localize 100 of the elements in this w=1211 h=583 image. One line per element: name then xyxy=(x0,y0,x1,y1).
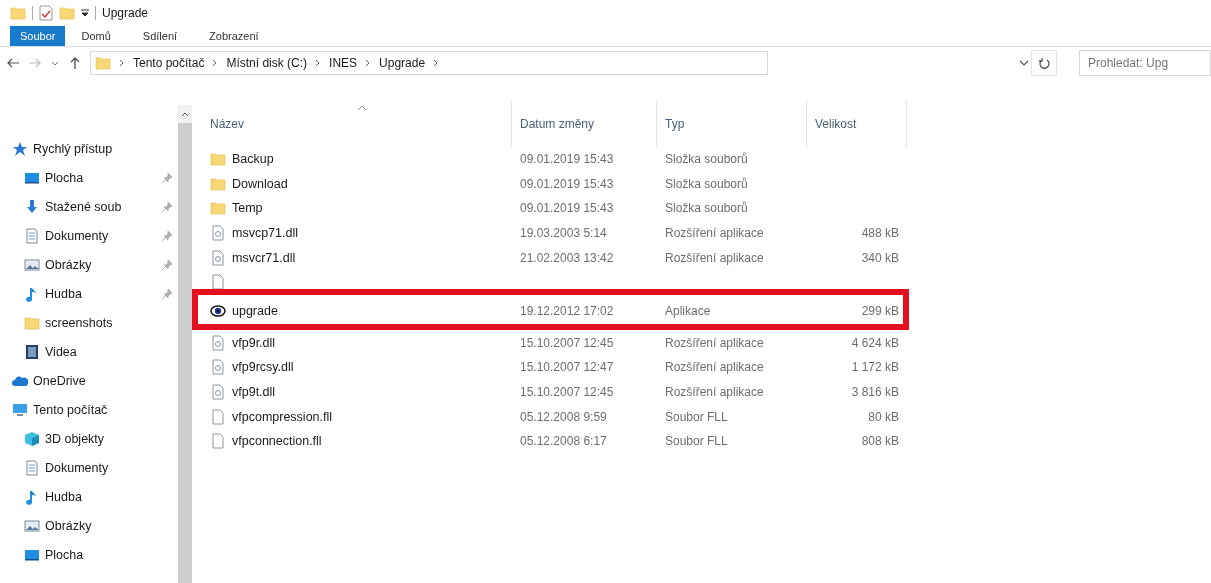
file-icon xyxy=(210,274,226,291)
sidebar-item[interactable]: Plocha xyxy=(45,170,84,185)
table-cell: Soubor FLL xyxy=(665,434,728,449)
table-cell: 299 kB xyxy=(861,303,899,318)
folder-icon xyxy=(10,5,26,21)
table-cell: 80 kB xyxy=(868,409,899,424)
cube-icon xyxy=(24,430,40,447)
table-cell: 15.10.2007 12:45 xyxy=(520,385,614,400)
table-cell: 19.12.2012 17:02 xyxy=(520,303,614,318)
file-name[interactable]: msvcp71.dll xyxy=(232,226,298,241)
sidebar-item[interactable]: 3D objekty xyxy=(45,431,105,446)
file-icon xyxy=(210,433,226,450)
ribbon-tab[interactable]: Soubor xyxy=(10,26,66,46)
document-icon xyxy=(24,459,40,476)
table-cell: 15.10.2007 12:47 xyxy=(520,360,614,375)
table-cell: 05.12.2008 9:59 xyxy=(520,409,607,424)
back-arrow-icon[interactable] xyxy=(6,56,20,70)
column-header[interactable]: Typ xyxy=(665,117,685,131)
table-cell: Složka souborů xyxy=(665,152,748,167)
picture-icon xyxy=(24,256,40,273)
table-cell: 4 624 kB xyxy=(851,335,899,350)
file-icon xyxy=(210,408,226,425)
dropdown-icon[interactable] xyxy=(81,9,89,17)
table-cell: Rozšíření aplikace xyxy=(665,226,764,241)
film-icon xyxy=(24,343,40,360)
scrollbar[interactable] xyxy=(178,105,192,583)
table-cell: 19.03.2003 5:14 xyxy=(520,226,607,241)
gear-file-icon xyxy=(210,225,226,242)
sidebar-item[interactable]: Obrázky xyxy=(45,518,92,533)
file-name[interactable]: Temp xyxy=(232,201,263,216)
breadcrumb[interactable]: Místní disk (C:) xyxy=(226,56,308,70)
address-bar[interactable]: Tento počítač Místní disk (C:) INES Upgrade xyxy=(90,51,768,75)
gear-file-icon xyxy=(210,359,226,376)
breadcrumb[interactable]: Tento počítač xyxy=(133,56,205,70)
star-icon xyxy=(12,140,28,157)
sidebar-item[interactable]: Dokumenty xyxy=(45,228,109,243)
up-arrow-icon[interactable] xyxy=(68,56,82,70)
table-cell: 05.12.2008 6:17 xyxy=(520,434,607,449)
folder-icon xyxy=(210,175,226,192)
chevron-right-icon xyxy=(315,59,322,67)
file-name[interactable]: upgrade xyxy=(232,303,278,318)
file-name[interactable]: vfp9rcsy.dll xyxy=(232,360,294,375)
table-cell: 15.10.2007 12:45 xyxy=(520,335,614,350)
table-cell: 340 kB xyxy=(861,250,899,265)
file-name[interactable]: msvcr71.dll xyxy=(232,250,296,265)
folder-icon xyxy=(210,200,226,217)
chevron-down-icon[interactable] xyxy=(1019,58,1029,68)
table-cell: 488 kB xyxy=(861,226,899,241)
table-cell: Složka souborů xyxy=(665,176,748,191)
file-name[interactable]: Backup xyxy=(232,152,274,167)
scroll-up-icon[interactable] xyxy=(181,111,189,117)
breadcrumb[interactable]: Upgrade xyxy=(379,56,426,70)
ribbon-tab[interactable]: Domů xyxy=(71,26,121,46)
table-cell: 21.02.2003 13:42 xyxy=(520,250,614,265)
file-name[interactable]: vfpconnection.fll xyxy=(232,434,322,449)
table-cell: 3 816 kB xyxy=(851,385,899,400)
folder-icon xyxy=(95,55,111,71)
properties-check-icon[interactable] xyxy=(39,5,53,21)
sidebar-item[interactable]: Tento počítač xyxy=(33,402,108,417)
download-arrow-icon xyxy=(24,198,40,215)
column-header[interactable]: Název xyxy=(210,117,244,131)
table-cell: Rozšíření aplikace xyxy=(665,385,764,400)
table-cell: Rozšíření aplikace xyxy=(665,250,764,265)
sidebar-item[interactable]: Hudba xyxy=(45,286,82,301)
sidebar-item[interactable]: Stažené soub xyxy=(45,199,122,214)
sidebar-item[interactable]: Plocha xyxy=(45,547,84,562)
ribbon-tab[interactable]: Sdílení xyxy=(132,26,188,46)
chevron-right-icon xyxy=(365,59,372,67)
table-cell: 808 kB xyxy=(861,434,899,449)
sidebar-item[interactable]: Rychlý přístup xyxy=(33,141,113,156)
table-cell: 09.01.2019 15:43 xyxy=(520,201,614,216)
chevron-right-icon xyxy=(119,59,125,67)
file-name[interactable]: vfp9r.dll xyxy=(232,335,276,350)
table-cell: Složka souborů xyxy=(665,201,748,216)
breadcrumb[interactable]: INES xyxy=(329,56,358,70)
sidebar-item[interactable]: Obrázky xyxy=(45,257,92,272)
refresh-button[interactable] xyxy=(1031,50,1057,76)
sidebar-item[interactable]: Videa xyxy=(45,344,77,359)
ribbon-tab[interactable]: Zobrazení xyxy=(199,26,269,46)
monitor-icon xyxy=(12,401,28,418)
window-title: Upgrade xyxy=(102,6,149,20)
table-cell: Rozšíření aplikace xyxy=(665,360,764,375)
sidebar-item[interactable]: Hudba xyxy=(45,489,82,504)
table-cell: 1 172 kB xyxy=(851,360,899,375)
file-name[interactable]: vfp9t.dll xyxy=(232,385,276,400)
file-name[interactable]: vfpcompression.fll xyxy=(232,409,333,424)
sidebar-item[interactable]: OneDrive xyxy=(33,373,86,388)
column-header[interactable]: Velikost xyxy=(815,117,857,131)
table-cell: Aplikace xyxy=(665,303,711,318)
column-header[interactable]: Datum změny xyxy=(520,117,595,131)
file-name[interactable]: Download xyxy=(232,176,288,191)
sidebar-item[interactable]: Dokumenty xyxy=(45,460,109,475)
chevron-right-icon xyxy=(212,59,219,67)
folder-icon xyxy=(210,151,226,168)
sidebar-item[interactable]: screenshots xyxy=(45,315,113,330)
gear-file-icon xyxy=(210,384,226,401)
table-cell: Rozšíření aplikace xyxy=(665,335,764,350)
picture-icon xyxy=(24,517,40,534)
table-cell: 09.01.2019 15:43 xyxy=(520,176,614,191)
search-field[interactable]: Prohledat: Upg xyxy=(1079,50,1211,76)
